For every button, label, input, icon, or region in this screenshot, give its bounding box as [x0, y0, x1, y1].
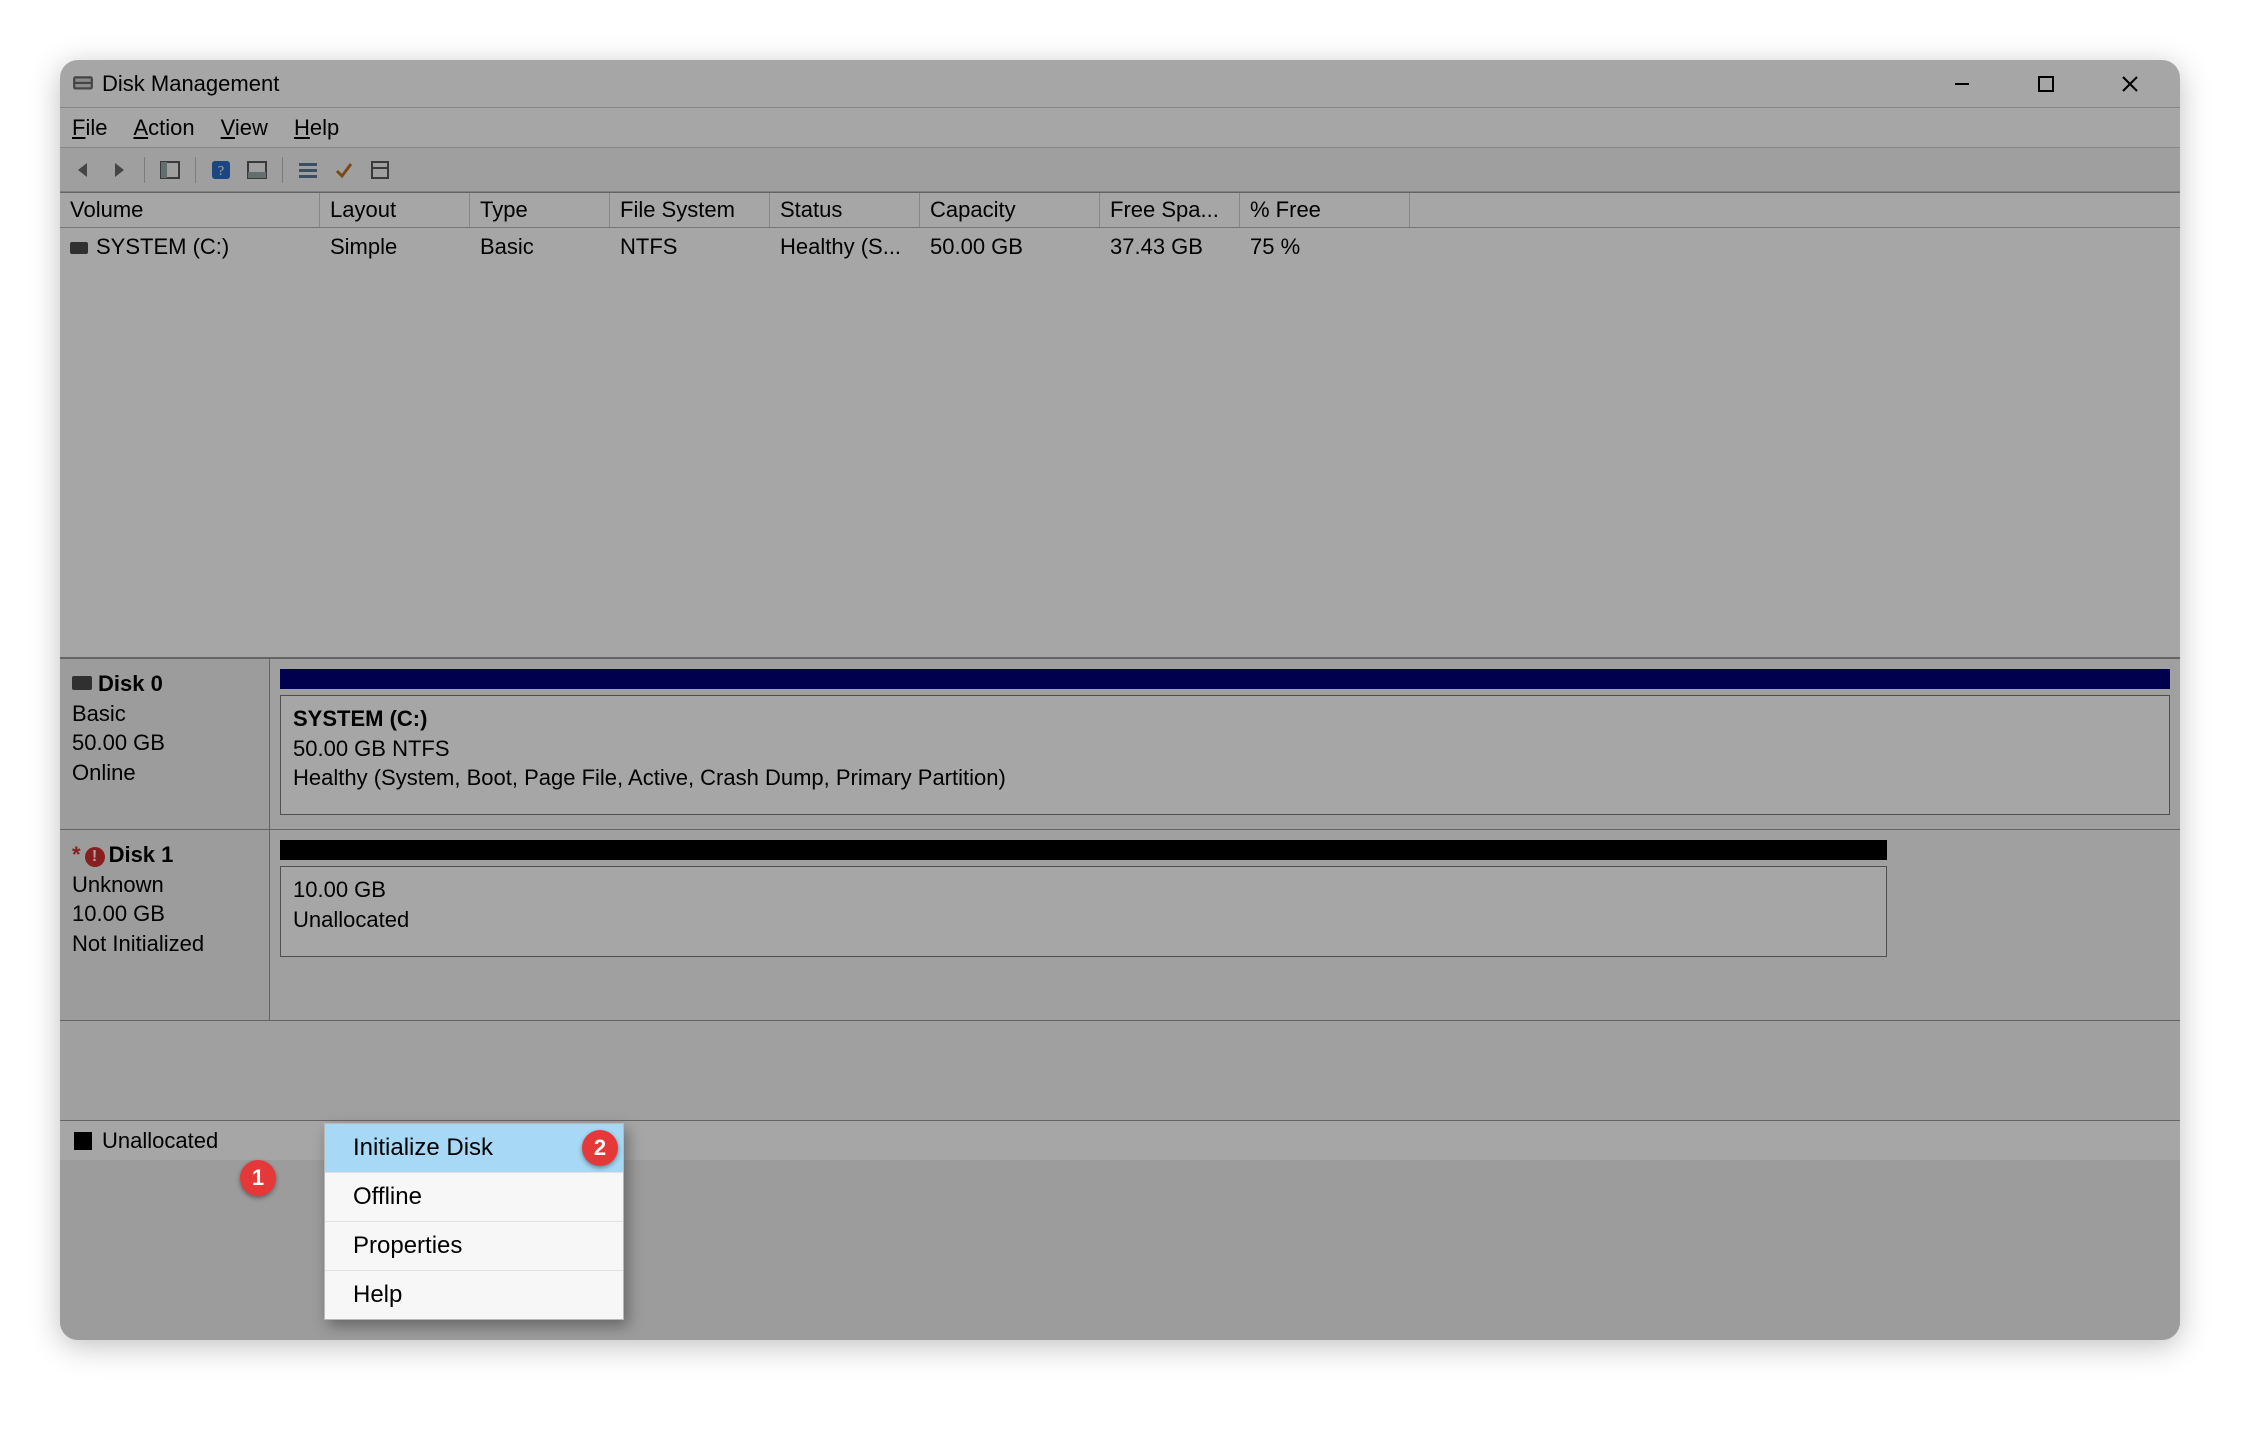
menu-view[interactable]: View — [221, 115, 268, 141]
disk-pane-spacer — [60, 1020, 2180, 1120]
context-properties[interactable]: Properties — [325, 1222, 623, 1271]
disk0-partition-bar — [280, 669, 2170, 689]
col-capacity[interactable]: Capacity — [920, 193, 1100, 227]
annotation-badge-1: 1 — [240, 1160, 276, 1196]
toolbar-properties-icon[interactable] — [365, 155, 395, 185]
volume-free: 37.43 GB — [1100, 232, 1240, 262]
volume-capacity: 50.00 GB — [920, 232, 1100, 262]
titlebar: Disk Management — [60, 60, 2180, 108]
disk1-type: Unknown — [72, 870, 257, 900]
error-icon: ! — [85, 847, 105, 867]
disk0-row: Disk 0 Basic 50.00 GB Online SYSTEM (C:)… — [60, 658, 2180, 829]
context-offline[interactable]: Offline — [325, 1173, 623, 1222]
menubar: F/*noop*/ile Action View Help — [60, 108, 2180, 148]
disk1-name: Disk 1 — [109, 842, 174, 867]
disk1-state: Not Initialized — [72, 929, 257, 959]
disk1-row: *!Disk 1 Unknown 10.00 GB Not Initialize… — [60, 829, 2180, 1020]
disk0-size: 50.00 GB — [72, 728, 257, 758]
minimize-button[interactable] — [1940, 68, 1984, 100]
col-fs[interactable]: File System — [610, 193, 770, 227]
window-title: Disk Management — [102, 71, 279, 97]
toolbar-list-icon[interactable] — [293, 155, 323, 185]
toolbar-check-icon[interactable] — [329, 155, 359, 185]
volume-grid: Volume Layout Type File System Status Ca… — [60, 192, 2180, 658]
disk-pane: Disk 0 Basic 50.00 GB Online SYSTEM (C:)… — [60, 658, 2180, 1120]
svg-text:?: ? — [218, 164, 224, 179]
volume-type: Basic — [470, 232, 610, 262]
partition-name: SYSTEM (C:) — [293, 704, 2157, 734]
col-volume[interactable]: Volume — [60, 193, 320, 227]
uninitialized-icon: * — [72, 840, 81, 870]
disk1-unallocated[interactable]: 10.00 GB Unallocated — [280, 866, 1887, 957]
col-type[interactable]: Type — [470, 193, 610, 227]
context-help[interactable]: Help — [325, 1271, 623, 1319]
col-status[interactable]: Status — [770, 193, 920, 227]
disk1-info[interactable]: *!Disk 1 Unknown 10.00 GB Not Initialize… — [60, 830, 270, 1020]
toolbar: ? — [60, 148, 2180, 192]
disk1-unallocated-bar — [280, 840, 1887, 860]
volume-icon — [70, 242, 88, 254]
help-icon[interactable]: ? — [206, 155, 236, 185]
legend-swatch-unallocated — [74, 1132, 92, 1150]
partition-status: Healthy (System, Boot, Page File, Active… — [293, 763, 2157, 793]
close-button[interactable] — [2108, 68, 2152, 100]
context-menu: Initialize Disk Offline Properties Help — [324, 1123, 624, 1320]
disk0-name: Disk 0 — [98, 671, 163, 696]
col-free[interactable]: Free Spa... — [1100, 193, 1240, 227]
unallocated-size: 10.00 GB — [293, 875, 1874, 905]
toolbar-panel-icon[interactable] — [155, 155, 185, 185]
disk-icon — [72, 676, 92, 690]
column-headers: Volume Layout Type File System Status Ca… — [60, 193, 2180, 228]
volume-fs: NTFS — [610, 232, 770, 262]
menu-file[interactable]: F/*noop*/ile — [72, 115, 107, 141]
disk1-size: 10.00 GB — [72, 899, 257, 929]
toolbar-detail-icon[interactable] — [242, 155, 272, 185]
disk0-partition[interactable]: SYSTEM (C:) 50.00 GB NTFS Healthy (Syste… — [280, 695, 2170, 815]
volume-pct: 75 % — [1240, 232, 1410, 262]
disk0-type: Basic — [72, 699, 257, 729]
disk0-info[interactable]: Disk 0 Basic 50.00 GB Online — [60, 659, 270, 829]
unallocated-label: Unallocated — [293, 905, 1874, 935]
legend-unallocated-label: Unallocated — [102, 1128, 218, 1154]
annotation-badge-2: 2 — [582, 1130, 618, 1166]
col-layout[interactable]: Layout — [320, 193, 470, 227]
partition-sizefs: 50.00 GB NTFS — [293, 734, 2157, 764]
app-icon — [72, 73, 94, 95]
menu-help[interactable]: Help — [294, 115, 339, 141]
maximize-button[interactable] — [2024, 68, 2068, 100]
volume-name: SYSTEM (C:) — [96, 234, 229, 259]
volume-status: Healthy (S... — [770, 232, 920, 262]
back-button[interactable] — [68, 155, 98, 185]
volume-layout: Simple — [320, 232, 470, 262]
volume-row[interactable]: SYSTEM (C:) Simple Basic NTFS Healthy (S… — [60, 228, 2180, 266]
context-initialize-disk[interactable]: Initialize Disk — [325, 1124, 623, 1173]
menu-action[interactable]: Action — [133, 115, 194, 141]
forward-button[interactable] — [104, 155, 134, 185]
disk0-state: Online — [72, 758, 257, 788]
col-pct[interactable]: % Free — [1240, 193, 1410, 227]
